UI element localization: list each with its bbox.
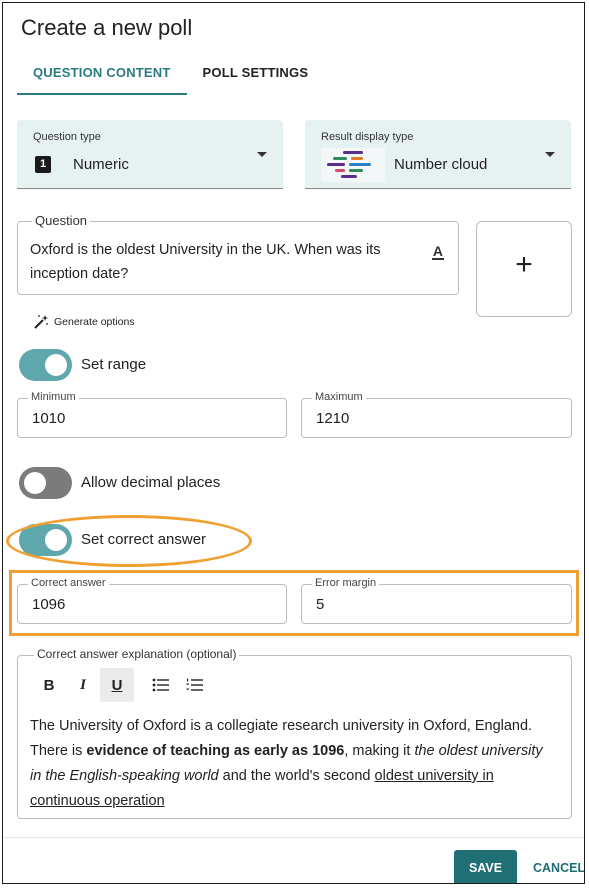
explanation-text[interactable]: The University of Oxford is a collegiate… [30,714,550,814]
question-type-select[interactable]: Question type 1 Numeric [17,120,283,189]
numeric-icon: 1 [35,156,51,173]
dialog-title: Create a new poll [21,15,193,40]
minimum-field[interactable]: Minimum 1010 [17,391,287,438]
generate-options-label: Generate options [54,316,135,328]
question-label: Question [32,213,91,228]
question-type-label: Question type [33,131,101,143]
create-poll-dialog: Create a new poll QUESTION CONTENT POLL … [2,2,585,884]
add-media-button[interactable]: + [476,221,572,317]
italic-button[interactable]: I [66,668,100,702]
maximum-field[interactable]: Maximum 1210 [301,391,572,438]
tab-poll-settings[interactable]: POLL SETTINGS [187,59,325,95]
dropdown-arrow-icon [257,152,267,157]
explanation-field[interactable]: Correct answer explanation (optional) B … [17,647,572,819]
maximum-value[interactable]: 1210 [316,410,349,427]
question-field[interactable]: Question Oxford is the oldest University… [17,213,459,295]
minimum-label: Minimum [28,391,79,403]
toggle-knob [45,529,67,551]
explanation-text-part: and the world's second [218,768,375,784]
magic-wand-icon [34,315,48,329]
error-margin-label: Error margin [312,577,380,589]
explanation-text-part: , making it [344,743,415,759]
correct-answer-value[interactable]: 1096 [32,596,65,613]
explanation-label: Correct answer explanation (optional) [34,647,240,661]
correct-answer-label: Correct answer [28,577,109,589]
numbered-list-button[interactable] [178,668,212,702]
correct-answer-field[interactable]: Correct answer 1096 [17,577,287,624]
set-correct-answer-label: Set correct answer [81,531,207,548]
generate-options-button[interactable]: Generate options [33,314,135,330]
toggle-knob [45,354,67,376]
tab-question-content[interactable]: QUESTION CONTENT [17,59,187,95]
maximum-label: Maximum [312,391,366,403]
dropdown-arrow-icon [545,152,555,157]
set-range-toggle[interactable] [19,349,72,381]
result-display-value: Number cloud [394,156,488,173]
bulleted-list-icon [152,678,169,692]
tab-bar: QUESTION CONTENT POLL SETTINGS [17,59,324,95]
error-margin-field[interactable]: Error margin 5 [301,577,572,624]
bold-button[interactable]: B [32,668,66,702]
result-display-label: Result display type [321,131,414,143]
minimum-value[interactable]: 1010 [32,410,65,427]
numbered-list-icon [186,678,203,691]
allow-decimal-toggle[interactable] [19,467,72,499]
bulleted-list-button[interactable] [144,668,178,702]
question-text[interactable]: Oxford is the oldest University in the U… [30,238,398,286]
error-margin-value[interactable]: 5 [316,596,324,613]
toggle-knob [24,472,46,494]
result-display-select[interactable]: Result display type Number cloud [305,120,571,189]
explanation-bold-text: evidence of teaching as early as 1096 [86,743,345,759]
question-type-value: Numeric [73,156,129,173]
rich-text-toolbar: B I U [32,668,212,702]
number-cloud-icon [321,148,385,182]
set-range-label: Set range [81,356,147,373]
cancel-button[interactable]: CANCEL [533,861,584,875]
text-format-icon[interactable]: A [431,244,444,260]
underline-button[interactable]: U [100,668,134,702]
save-button[interactable]: SAVE [454,850,517,883]
footer-divider [3,837,584,838]
set-correct-answer-toggle[interactable] [19,524,72,556]
plus-icon: + [515,248,533,281]
allow-decimal-label: Allow decimal places [81,474,221,491]
